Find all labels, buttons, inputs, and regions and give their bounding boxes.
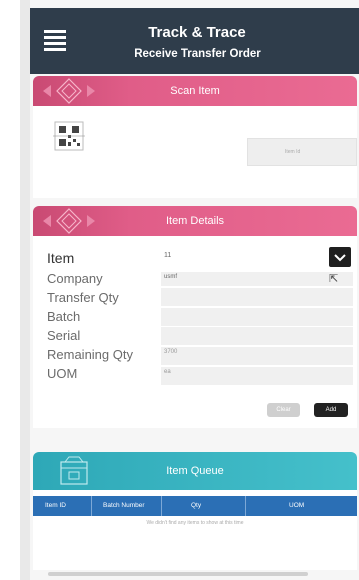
item-queue-band: Item Queue <box>33 452 357 490</box>
item-id-input[interactable]: Item Id <box>247 138 357 166</box>
uom-field: ea <box>161 367 353 385</box>
uom-value: ea <box>164 369 171 375</box>
serial-label: Serial <box>47 328 81 343</box>
column-divider <box>161 496 162 516</box>
horizontal-scrollbar[interactable] <box>48 572 308 576</box>
item-value: 11 <box>164 252 172 259</box>
item-queue-label: Item Queue <box>166 465 224 477</box>
app-header: Track & Trace Receive Transfer Order <box>30 8 359 74</box>
col-uom[interactable]: UOM <box>289 502 304 509</box>
left-edge <box>20 0 30 580</box>
item-id-placeholder: Item Id <box>285 149 301 155</box>
qr-scan-icon[interactable] <box>53 120 85 152</box>
chevron-down-icon <box>334 254 346 262</box>
remaining-qty-value: 3700 <box>164 349 178 355</box>
item-details-panel: Item 11 Company usmf Transfer Qty Batch … <box>33 236 357 428</box>
remaining-qty-label: Remaining Qty <box>47 347 133 362</box>
item-select[interactable]: 11 <box>161 250 353 266</box>
column-divider <box>245 496 246 516</box>
column-divider <box>91 496 92 516</box>
app-title: Track & Trace <box>148 24 246 41</box>
menu-icon[interactable] <box>44 30 66 51</box>
page-title: Receive Transfer Order <box>134 48 261 60</box>
company-value: usmf <box>164 274 178 280</box>
scan-item-label: Scan Item <box>170 85 220 97</box>
uom-label: UOM <box>47 366 78 381</box>
scan-item-panel: Item Id <box>33 106 357 198</box>
queue-table-header: Item ID Batch Number Qty UOM <box>33 496 357 516</box>
transfer-qty-label: Transfer Qty <box>47 290 119 305</box>
item-dropdown-button[interactable] <box>329 247 351 267</box>
col-batch-number[interactable]: Batch Number <box>103 502 145 509</box>
col-qty[interactable]: Qty <box>191 502 201 509</box>
serial-input[interactable] <box>161 327 353 345</box>
item-details-band: Item Details <box>33 206 357 236</box>
empty-queue-message: We didn't find any items to show at this… <box>146 520 244 526</box>
item-details-label: Item Details <box>165 215 225 227</box>
clear-button[interactable]: Clear <box>267 403 300 417</box>
company-field: usmf <box>161 272 353 286</box>
add-button[interactable]: Add <box>314 403 348 417</box>
col-item-id[interactable]: Item ID <box>45 502 66 509</box>
batch-label: Batch <box>47 309 81 324</box>
company-label: Company <box>47 271 103 286</box>
transfer-qty-input[interactable] <box>161 288 353 306</box>
mouse-cursor-icon: ⇱ <box>329 273 339 285</box>
batch-input[interactable] <box>161 308 353 326</box>
item-label: Item <box>47 250 75 266</box>
remaining-qty-field: 3700 <box>161 347 353 365</box>
scan-item-band: Scan Item <box>33 76 357 106</box>
